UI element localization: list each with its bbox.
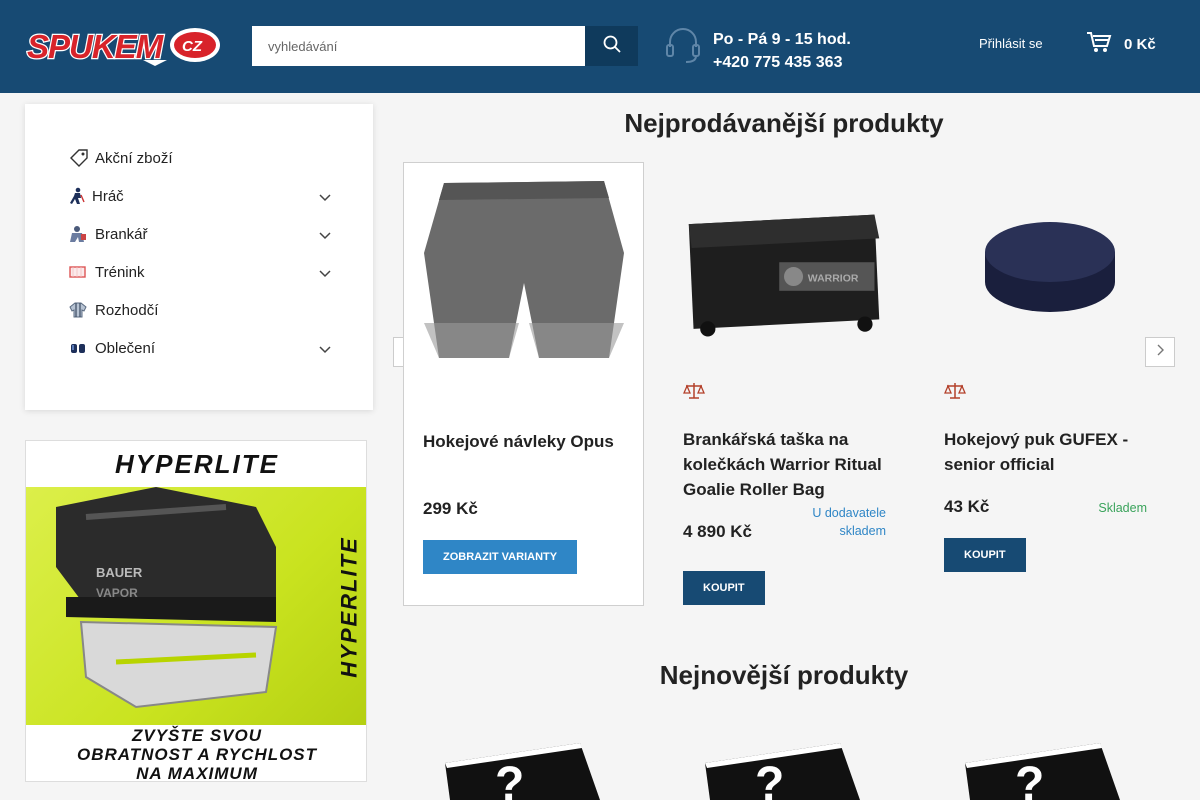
product-image[interactable]: WARRIOR <box>684 172 884 362</box>
cart-icon <box>1086 30 1124 58</box>
search-icon <box>603 35 621 58</box>
new-product-image[interactable]: ? <box>440 738 610 800</box>
cart-button[interactable]: 0 Kč <box>1086 30 1156 58</box>
bestsellers-title: Nejprodávanější produkty <box>624 108 944 138</box>
promo-banner[interactable]: HYPERLITE BAUER VAPOR HYPERLITE ZVYŠTE S… <box>25 440 367 782</box>
menu-item-label: Oblečení <box>95 339 156 357</box>
buy-button[interactable]: KOUPIT <box>944 538 1026 572</box>
show-variants-button[interactable]: ZOBRAZIT VARIANTY <box>423 540 578 574</box>
contact-info: Po - Pá 9 - 15 hod. +420 775 435 363 <box>713 28 851 74</box>
menu-item-label: Hráč <box>92 187 124 205</box>
skate-image: BAUER VAPOR HYPERLITE <box>26 487 366 725</box>
phone-number[interactable]: +420 775 435 363 <box>713 51 851 74</box>
menu-item-label: Akční zboží <box>95 149 173 167</box>
compare-icon[interactable] <box>683 382 705 405</box>
product-image[interactable] <box>945 172 1145 362</box>
hockey-player-icon <box>69 187 92 205</box>
tag-icon <box>69 149 95 167</box>
site-logo[interactable]: CZ SPUKEM <box>25 26 221 66</box>
product-price: 4 890 Kč <box>683 522 752 541</box>
product-price: 43 Kč <box>944 497 990 516</box>
referee-jersey-icon <box>69 302 95 318</box>
menu-item-label: Trénink <box>95 263 145 281</box>
chevron-down-icon[interactable] <box>319 227 331 244</box>
product-name[interactable]: Brankářská taška na kolečkách Warrior Ri… <box>683 427 888 502</box>
product-card[interactable]: Hokejové návleky Opus 299 Kč ZOBRAZIT VA… <box>403 162 644 606</box>
stock-status: Skladem <box>1098 501 1147 515</box>
headset-icon <box>664 26 702 64</box>
banner-title: HYPERLITE <box>115 449 279 479</box>
search-bar <box>252 26 638 66</box>
clothing-icon <box>69 341 95 355</box>
menu-item-label: Brankář <box>95 225 148 243</box>
chevron-down-icon[interactable] <box>319 341 331 358</box>
category-menu: Akční zboží Hráč Brankář Trénink Rozhodč… <box>25 104 373 410</box>
svg-text:VAPOR: VAPOR <box>96 586 138 600</box>
chevron-down-icon[interactable] <box>319 189 331 206</box>
svg-text:?: ? <box>1015 758 1044 800</box>
cart-total: 0 Kč <box>1124 35 1156 53</box>
chevron-down-icon[interactable] <box>319 265 331 282</box>
site-header: CZ SPUKEM Po - Pá 9 - 15 hod. +420 775 4… <box>0 0 1200 93</box>
menu-item-akcni-zbozi[interactable]: Akční zboží <box>69 146 331 170</box>
svg-text:CZ: CZ <box>182 38 203 55</box>
banner-slogan: ZVYŠTE SVOU OBRATNOST A RYCHLOST NA MAXI… <box>76 726 318 782</box>
product-name[interactable]: Hokejové návleky Opus <box>423 429 628 454</box>
svg-text:WARRIOR: WARRIOR <box>808 273 859 284</box>
search-button[interactable] <box>585 26 638 66</box>
search-input[interactable] <box>252 26 585 66</box>
stock-status: U dodavatele skladem <box>812 506 886 538</box>
new-product-image[interactable]: ? <box>700 738 870 800</box>
login-link[interactable]: Přihlásit se <box>979 36 1043 51</box>
menu-item-rozhodci[interactable]: Rozhodčí <box>69 298 331 322</box>
opening-hours: Po - Pá 9 - 15 hod. <box>713 31 851 48</box>
goalie-icon <box>69 225 95 243</box>
buy-button[interactable]: KOUPIT <box>683 571 765 605</box>
product-card[interactable]: Hokejový puk GUFEX - senior official 43 … <box>925 162 1166 606</box>
svg-text:?: ? <box>495 758 524 800</box>
goal-net-icon <box>69 265 95 279</box>
menu-item-brankar[interactable]: Brankář <box>69 222 331 246</box>
product-price: 299 Kč <box>423 499 478 518</box>
svg-text:?: ? <box>755 758 784 800</box>
menu-item-trenink[interactable]: Trénink <box>69 260 331 284</box>
compare-icon[interactable] <box>944 382 966 405</box>
svg-text:BAUER: BAUER <box>96 565 143 580</box>
banner-side-text: HYPERLITE <box>337 536 362 678</box>
menu-item-hrac[interactable]: Hráč <box>69 184 331 208</box>
menu-item-label: Rozhodčí <box>95 301 159 319</box>
newest-title: Nejnovější produkty <box>659 660 909 690</box>
menu-item-obleceni[interactable]: Oblečení <box>69 336 331 360</box>
new-product-image[interactable]: ? <box>960 738 1130 800</box>
product-image[interactable] <box>424 173 624 363</box>
product-card[interactable]: WARRIOR Brankářská taška na kolečkách Wa… <box>664 162 905 606</box>
product-name[interactable]: Hokejový puk GUFEX - senior official <box>944 427 1149 477</box>
svg-text:SPUKEM: SPUKEM <box>27 28 165 65</box>
